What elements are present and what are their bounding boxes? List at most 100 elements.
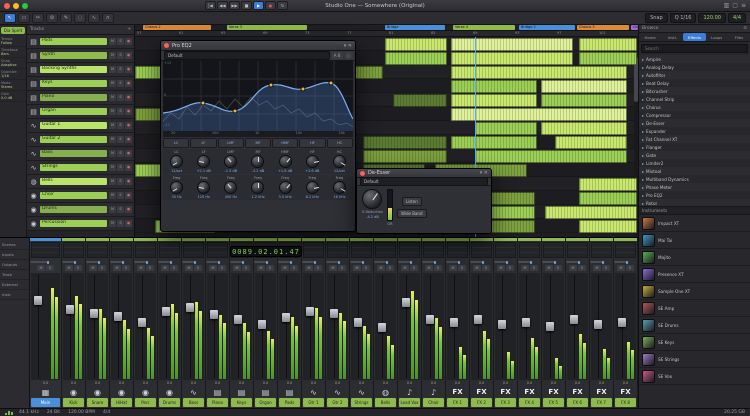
audio-clip[interactable] [579, 38, 637, 51]
audio-clip[interactable] [393, 94, 447, 107]
effect-item[interactable]: ▸Rotor [639, 199, 750, 207]
track-header[interactable]: ∿Guitar 2MS● [27, 133, 134, 147]
mute-button[interactable]: M [497, 265, 505, 271]
fader-zone[interactable] [183, 273, 204, 380]
add-track-button[interactable]: + [127, 27, 131, 32]
solo-button[interactable]: S [482, 265, 490, 271]
fader-zone[interactable] [375, 273, 396, 380]
fader-zone[interactable] [447, 273, 468, 380]
insert-slots[interactable] [351, 242, 372, 258]
insert-slots[interactable] [423, 242, 444, 258]
fader-zone[interactable] [423, 273, 444, 380]
effect-item[interactable]: ▸Beat Delay [639, 79, 750, 87]
audio-clip[interactable] [451, 136, 537, 149]
titlebar-icon-1[interactable]: ▢ [732, 2, 738, 9]
freq-knob-dial[interactable] [197, 181, 210, 194]
mute-button[interactable]: M [109, 66, 116, 73]
freq-knob-dial[interactable] [170, 181, 183, 194]
mixer-tab-outputs[interactable]: Outputs [0, 260, 29, 270]
mute-button[interactable]: M [593, 265, 601, 271]
audio-clip[interactable] [451, 108, 627, 121]
fader-handle[interactable] [258, 320, 266, 329]
effect-item[interactable]: ▸De-Esser [639, 119, 750, 127]
fader-handle[interactable] [570, 315, 578, 324]
fader-zone[interactable] [63, 273, 84, 380]
mute-button[interactable]: M [449, 265, 457, 271]
mute-button[interactable]: M [569, 265, 577, 271]
track-header[interactable]: ∿BassMS● [27, 147, 134, 161]
arrow-tool[interactable]: ↖ [4, 13, 16, 23]
pan-knob[interactable] [122, 261, 124, 264]
fader-zone[interactable] [111, 273, 132, 380]
insert-slots[interactable] [87, 242, 108, 258]
fader-zone[interactable] [567, 273, 588, 380]
effect-item[interactable]: ▸Chorus [639, 103, 750, 111]
fader-zone[interactable] [519, 273, 540, 380]
insert-slots[interactable] [207, 242, 228, 258]
gain-knob-dial[interactable] [306, 155, 319, 168]
window-menu-icon[interactable]: ▾ ✕ [480, 170, 488, 176]
fx-channel-strip[interactable]: MS0.0FXFX 1 [446, 238, 470, 408]
close-window-button[interactable] [4, 3, 10, 9]
solo-button[interactable]: S [117, 220, 124, 227]
audio-clip[interactable] [385, 52, 447, 65]
solo-button[interactable]: S [117, 178, 124, 185]
mute-button[interactable]: M [65, 265, 73, 271]
fader-zone[interactable] [327, 273, 348, 380]
effect-item[interactable]: ▸Ampire [639, 55, 750, 63]
insert-slots[interactable] [543, 242, 564, 258]
mute-button[interactable]: M [209, 265, 217, 271]
inspector-value[interactable]: Adaptive [1, 63, 25, 67]
mute-button[interactable]: M [113, 265, 121, 271]
audio-clip[interactable] [545, 206, 637, 219]
fader-handle[interactable] [234, 315, 242, 324]
tab-instr[interactable]: Instr. [661, 33, 683, 41]
fader-handle[interactable] [354, 318, 362, 327]
fader-handle[interactable] [66, 305, 74, 314]
return-to-zero-button[interactable]: |◀ [205, 1, 216, 10]
tab-files[interactable]: Files [728, 33, 750, 41]
listen-tool[interactable]: ∩ [102, 13, 114, 23]
wide-band-button[interactable]: Wide Band [397, 209, 427, 218]
gain-knob-dial[interactable] [333, 155, 346, 168]
insert-slots[interactable] [447, 242, 468, 258]
mute-button[interactable]: M [109, 164, 116, 171]
time-signature-display[interactable]: 4/4 [728, 13, 746, 23]
solo-button[interactable]: S [117, 192, 124, 199]
solo-button[interactable]: S [117, 94, 124, 101]
transport-time-display[interactable]: 0089.02.01.47 [230, 246, 302, 257]
audio-clip[interactable] [579, 220, 637, 233]
pan-knob[interactable] [626, 261, 628, 264]
band-toggle-hmf[interactable]: HMF [272, 138, 298, 148]
solo-button[interactable]: S [338, 265, 346, 271]
pan-knob[interactable] [530, 261, 532, 264]
record-arm-button[interactable]: ● [125, 206, 132, 213]
insert-slots[interactable] [615, 242, 636, 258]
section-marker[interactable]: Bridge [385, 25, 445, 30]
record-arm-button[interactable]: ● [125, 150, 132, 157]
fader-zone[interactable] [87, 273, 108, 380]
master-channel-strip[interactable]: MS0.0▦Main [30, 238, 62, 408]
pan-knob[interactable] [218, 261, 220, 264]
fader-handle[interactable] [162, 307, 170, 316]
solo-button[interactable]: S [122, 265, 130, 271]
record-arm-button[interactable]: ● [125, 38, 132, 45]
instrument-item[interactable]: Presence XT [639, 266, 750, 283]
deesser-plugin-window[interactable]: De-Esser ▾ ✕ Default S-Reduction -4.2 dB… [356, 168, 492, 234]
record-arm-button[interactable]: ● [125, 164, 132, 171]
freq-knob-dial[interactable] [279, 181, 292, 194]
solo-button[interactable]: S [530, 265, 538, 271]
channel-strip[interactable]: MS0.0◉Drums [158, 238, 182, 408]
mute-button[interactable]: M [89, 265, 97, 271]
mute-button[interactable]: M [425, 265, 433, 271]
mute-button[interactable]: M [281, 265, 289, 271]
window-titlebar[interactable]: Studio One — Somewhere (Original) |◀◀◀▶▶… [0, 0, 750, 12]
track-header[interactable]: ◉PercussionMS● [27, 217, 134, 231]
track-header[interactable]: ▤PianoMS● [27, 91, 134, 105]
solo-button[interactable]: S [98, 265, 106, 271]
fast-forward-button[interactable]: ▶▶ [229, 1, 240, 10]
band-toggle-lmf[interactable]: LMF [218, 138, 244, 148]
solo-button[interactable]: S [117, 52, 124, 59]
gain-knob-dial[interactable] [224, 155, 237, 168]
fader-handle[interactable] [498, 320, 506, 329]
